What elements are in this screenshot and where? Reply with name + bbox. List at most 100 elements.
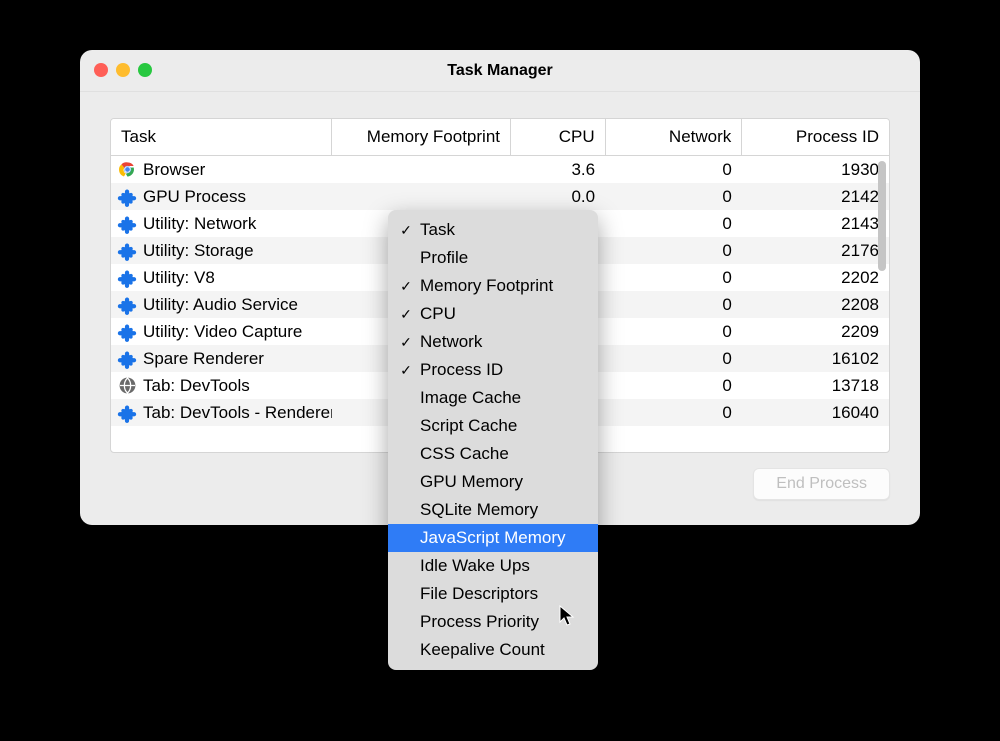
check-icon: ✓ (398, 222, 414, 239)
globe-icon (117, 376, 137, 396)
network-cell: 0 (605, 399, 742, 426)
pid-cell: 2176 (742, 237, 889, 264)
task-name: Spare Renderer (143, 349, 264, 369)
network-cell: 0 (605, 372, 742, 399)
task-name: Utility: Audio Service (143, 295, 298, 315)
column-task[interactable]: Task (111, 119, 332, 156)
menu-item[interactable]: GPU Memory (388, 468, 598, 496)
menu-item-label: SQLite Memory (420, 500, 538, 520)
pid-cell: 2143 (742, 210, 889, 237)
puzzle-icon (117, 241, 137, 261)
menu-item[interactable]: Image Cache (388, 384, 598, 412)
window-title: Task Manager (447, 62, 553, 80)
network-cell: 0 (605, 156, 742, 184)
pid-cell: 2202 (742, 264, 889, 291)
task-name: Utility: Video Capture (143, 322, 302, 342)
menu-item[interactable]: ✓ Network (388, 328, 598, 356)
task-cell: Browser (111, 156, 332, 183)
menu-item-label: Process ID (420, 360, 503, 380)
menu-item-label: JavaScript Memory (420, 528, 565, 548)
menu-item-label: Network (420, 332, 482, 352)
memory-cell (332, 156, 511, 184)
close-window-icon[interactable] (94, 63, 108, 77)
chrome-icon (118, 160, 137, 179)
globe-icon (118, 376, 137, 395)
check-icon: ✓ (398, 334, 414, 351)
puzzle-icon (117, 241, 137, 261)
memory-cell (332, 183, 511, 210)
puzzle-icon (117, 268, 137, 288)
end-process-button[interactable]: End Process (753, 468, 890, 500)
pid-cell: 2209 (742, 318, 889, 345)
task-name: Browser (143, 160, 205, 180)
puzzle-icon (117, 322, 137, 342)
menu-item[interactable]: Script Cache (388, 412, 598, 440)
menu-item[interactable]: Profile (388, 244, 598, 272)
task-cell: Utility: V8 (111, 264, 332, 291)
column-headers: Task Memory Footprint CPU Network Proces… (111, 119, 889, 156)
puzzle-icon (117, 187, 137, 207)
task-cell: Tab: DevTools (111, 372, 332, 399)
check-icon: ✓ (398, 362, 414, 379)
task-name: Utility: Storage (143, 241, 254, 261)
chrome-icon (117, 160, 137, 180)
task-cell: Spare Renderer (111, 345, 332, 372)
menu-item[interactable]: SQLite Memory (388, 496, 598, 524)
menu-item[interactable]: ✓CPU (388, 300, 598, 328)
check-icon: ✓ (398, 306, 414, 323)
pid-cell: 16040 (742, 399, 889, 426)
network-cell: 0 (605, 345, 742, 372)
task-name: Utility: Network (143, 214, 256, 234)
task-cell: Utility: Video Capture (111, 318, 332, 345)
task-cell: Utility: Storage (111, 237, 332, 264)
task-cell: GPU Process (111, 183, 332, 210)
task-name: Utility: V8 (143, 268, 215, 288)
minimize-window-icon[interactable] (116, 63, 130, 77)
pid-cell: 2208 (742, 291, 889, 318)
puzzle-icon (117, 268, 137, 288)
task-cell: Utility: Network (111, 210, 332, 237)
footer: End Process (753, 468, 890, 500)
titlebar: Task Manager (80, 50, 920, 92)
puzzle-icon (117, 322, 137, 342)
table-row[interactable]: GPU Process0.002142 (111, 183, 889, 210)
menu-item[interactable]: Keepalive Count (388, 636, 598, 664)
puzzle-icon (117, 403, 137, 423)
zoom-window-icon[interactable] (138, 63, 152, 77)
menu-item-label: File Descriptors (420, 584, 538, 604)
menu-item[interactable]: Idle Wake Ups (388, 552, 598, 580)
network-cell: 0 (605, 318, 742, 345)
pid-cell: 13718 (742, 372, 889, 399)
puzzle-icon (117, 187, 137, 207)
column-pid[interactable]: Process ID (742, 119, 889, 156)
puzzle-icon (117, 295, 137, 315)
puzzle-icon (117, 214, 137, 234)
menu-item-label: Memory Footprint (420, 276, 553, 296)
menu-item[interactable]: ✓ Task (388, 216, 598, 244)
menu-item-label: Process Priority (420, 612, 539, 632)
pid-cell: 16102 (742, 345, 889, 372)
columns-context-menu: ✓TaskProfile✓Memory Footprint✓CPU✓Networ… (388, 210, 598, 670)
menu-item-label: Script Cache (420, 416, 517, 436)
table-row[interactable]: Browser3.601930 (111, 156, 889, 184)
menu-item[interactable]: CSS Cache (388, 440, 598, 468)
scrollbar[interactable] (878, 161, 886, 271)
pid-cell: 1930 (742, 156, 889, 184)
traffic-lights (94, 63, 152, 77)
menu-item-label: GPU Memory (420, 472, 523, 492)
menu-item-label: Task (420, 220, 455, 240)
puzzle-icon (117, 349, 137, 369)
column-memory[interactable]: Memory Footprint (332, 119, 511, 156)
column-network[interactable]: Network (605, 119, 742, 156)
menu-item-label: Profile (420, 248, 468, 268)
menu-item[interactable]: ✓ Process ID (388, 356, 598, 384)
column-cpu[interactable]: CPU (511, 119, 606, 156)
network-cell: 0 (605, 183, 742, 210)
menu-item-label: Idle Wake Ups (420, 556, 530, 576)
network-cell: 0 (605, 264, 742, 291)
menu-item[interactable]: File Descriptors (388, 580, 598, 608)
menu-item[interactable]: ✓Memory Footprint (388, 272, 598, 300)
cursor-icon (559, 605, 575, 627)
task-cell: Tab: DevTools - Renderer (111, 399, 332, 426)
menu-item[interactable]: JavaScript Memory (388, 524, 598, 552)
